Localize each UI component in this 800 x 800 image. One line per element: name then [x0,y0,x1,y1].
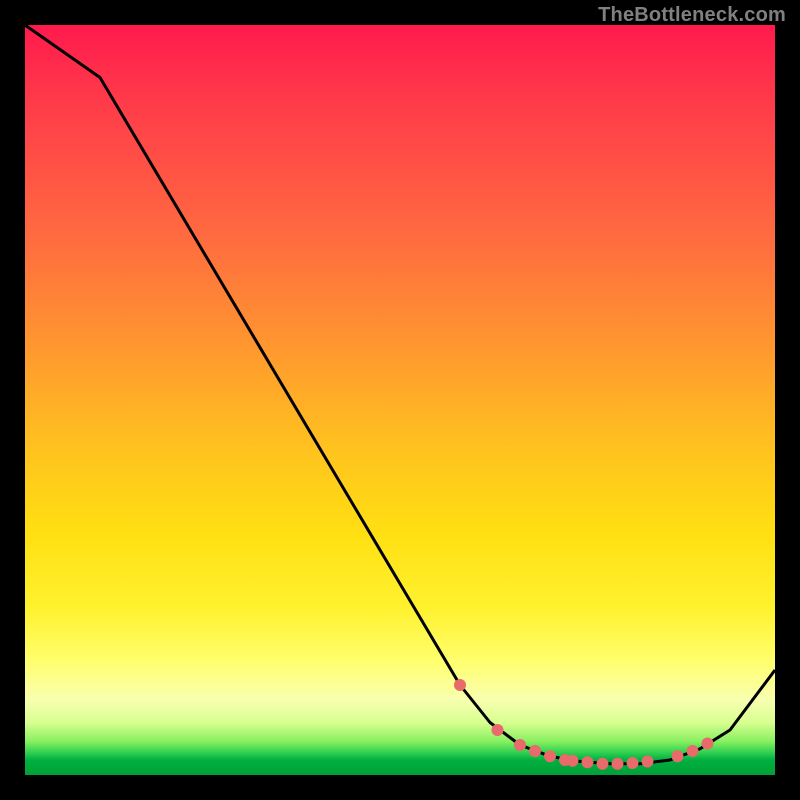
highlight-dot [642,756,654,768]
curve-layer [25,25,775,764]
plot-area [25,25,775,775]
highlight-dot [597,758,609,770]
highlight-dot [454,679,466,691]
highlight-dot [687,745,699,757]
highlight-dot [544,750,556,762]
highlight-dot [672,750,684,762]
highlight-dot [627,757,639,769]
highlight-dot [492,724,504,736]
highlight-dot [567,755,579,767]
highlight-dot [582,756,594,768]
watermark-text: TheBottleneck.com [598,4,786,27]
highlight-dot [514,739,526,751]
highlight-dot [702,738,714,750]
highlight-dot [529,745,541,757]
chart-svg [25,25,775,775]
bottleneck-curve [25,25,775,764]
chart-frame: TheBottleneck.com [0,0,800,800]
highlight-dot [612,758,624,770]
